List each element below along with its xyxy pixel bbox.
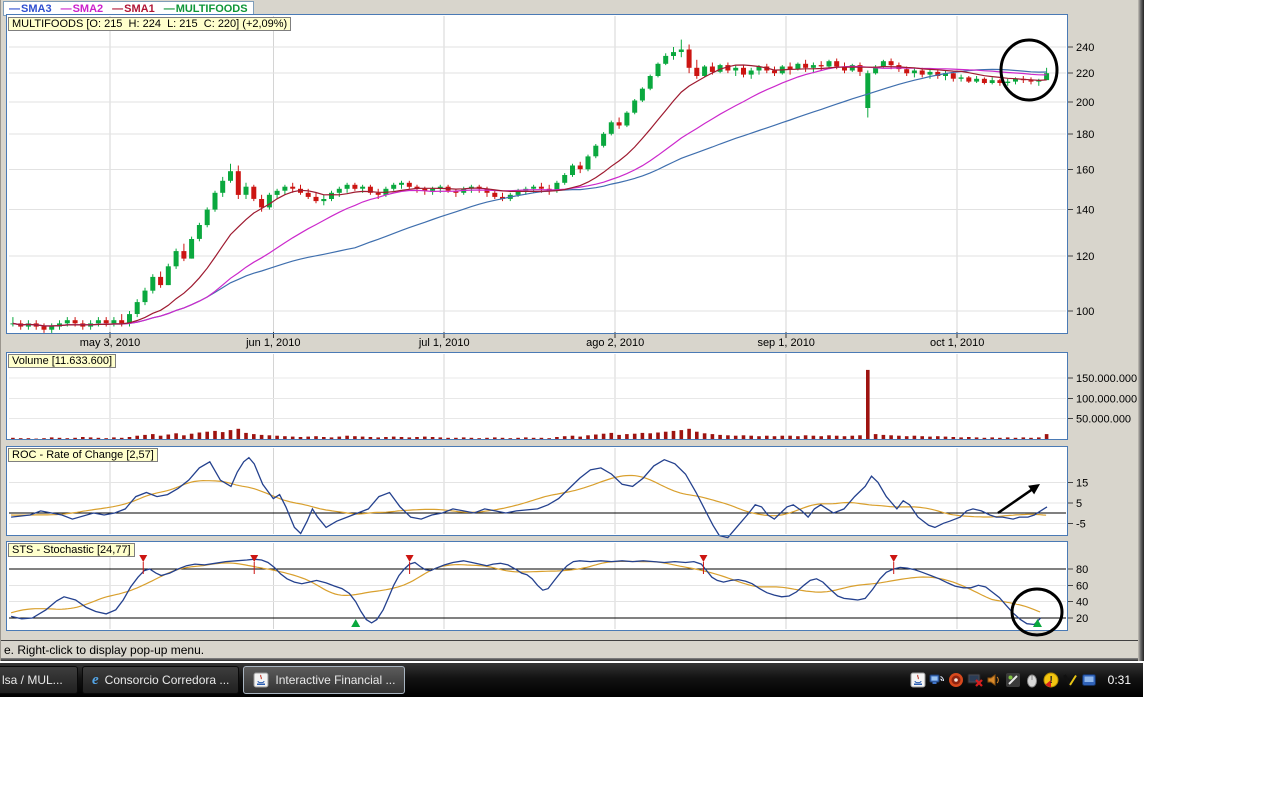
network-icon[interactable] (1081, 672, 1097, 688)
roc-ytick: 5 (1076, 498, 1082, 510)
taskbar-button-3[interactable]: Interactive Financial ... (243, 666, 406, 694)
taskbar-buttons: lsa / MUL... e Consorcio Corredora ... Inte… (0, 666, 407, 694)
svg-text:!: ! (1049, 675, 1052, 686)
date-label: sep 1, 2010 (757, 337, 815, 349)
sts-panel-label: STS - Stochastic [24,77] (8, 543, 135, 557)
date-label: may 3, 2010 (80, 337, 141, 349)
sts-ytick: 20 (1076, 613, 1088, 625)
warning-icon[interactable]: ! (1043, 672, 1059, 688)
screen: — SMA3— SMA2— SMA1— MULTIFOODS 240 220 200 180 1… (0, 0, 1280, 800)
taskbar-button-label: Interactive Financial ... (275, 673, 396, 687)
price-panel-label: MULTIFOODS [O: 215 H: 224 L: 215 C: 220]… (8, 17, 292, 31)
taskbar-button-2[interactable]: e Consorcio Corredora ... (82, 666, 240, 694)
java-icon[interactable] (910, 672, 926, 688)
date-label: ago 2, 2010 (586, 337, 644, 349)
volume-ytick: 50.000.000 (1076, 414, 1131, 426)
price-ytick: 240 (1076, 42, 1094, 54)
java-icon (253, 672, 269, 688)
price-panel (6, 14, 1068, 334)
taskbar: lsa / MUL... e Consorcio Corredora ... Inte… (0, 663, 1143, 697)
roc-panel-label: ROC - Rate of Change [2,57] (8, 448, 158, 462)
window-right-edge[interactable] (1138, 0, 1144, 661)
taskbar-clock[interactable]: 0:31 (1108, 673, 1131, 687)
date-label: oct 1, 2010 (930, 337, 984, 349)
sts-ytick: 80 (1076, 564, 1088, 576)
date-label: jun 1, 2010 (245, 337, 300, 349)
price-ytick: 180 (1076, 129, 1094, 141)
status-bar: e. Right-click to display pop-up menu. (1, 640, 1141, 659)
volume-icon[interactable] (986, 672, 1002, 688)
price-ytick: 100 (1076, 306, 1094, 318)
sts-ytick: 40 (1076, 597, 1088, 609)
system-tray: ! 0:31 (910, 672, 1143, 688)
price-ytick: 140 (1076, 205, 1094, 217)
charts-canvas[interactable]: 240 220 200 180 160 140 120 100 may 3, 2010 jun 1… (1, 0, 1144, 661)
date-label: jul 1, 2010 (418, 337, 470, 349)
snip-icon[interactable] (1005, 672, 1021, 688)
roc-ytick: -5 (1076, 518, 1086, 530)
antivirus-icon[interactable] (1062, 672, 1078, 688)
internet-explorer-icon: e (92, 671, 99, 688)
price-ytick: 200 (1076, 97, 1094, 109)
price-ytick: 120 (1076, 251, 1094, 263)
window-bottom-edge (1, 658, 1144, 661)
volume-panel-label: Volume [11.633.600] (8, 354, 117, 368)
status-text: e. Right-click to display pop-up menu. (4, 643, 205, 657)
volume-ytick: 100.000.000 (1076, 393, 1137, 405)
taskbar-button-label: lsa / MUL... (2, 673, 63, 687)
sts-ytick: 60 (1076, 580, 1088, 592)
taskbar-button-1[interactable]: lsa / MUL... (0, 666, 78, 694)
roc-ytick: 15 (1076, 477, 1088, 489)
mouse-icon[interactable] (1024, 672, 1040, 688)
price-ytick: 160 (1076, 164, 1094, 176)
volume-ytick: 150.000.000 (1076, 373, 1137, 385)
trading-app-window: — SMA3— SMA2— SMA1— MULTIFOODS 240 220 200 180 1… (0, 0, 1144, 661)
taskbar-button-label: Consorcio Corredora ... (104, 673, 230, 687)
volume-panel (6, 352, 1068, 440)
price-ytick: 220 (1076, 68, 1094, 80)
network-display-icon[interactable] (929, 672, 945, 688)
media-player-icon[interactable] (948, 672, 964, 688)
display-error-icon[interactable] (967, 672, 983, 688)
